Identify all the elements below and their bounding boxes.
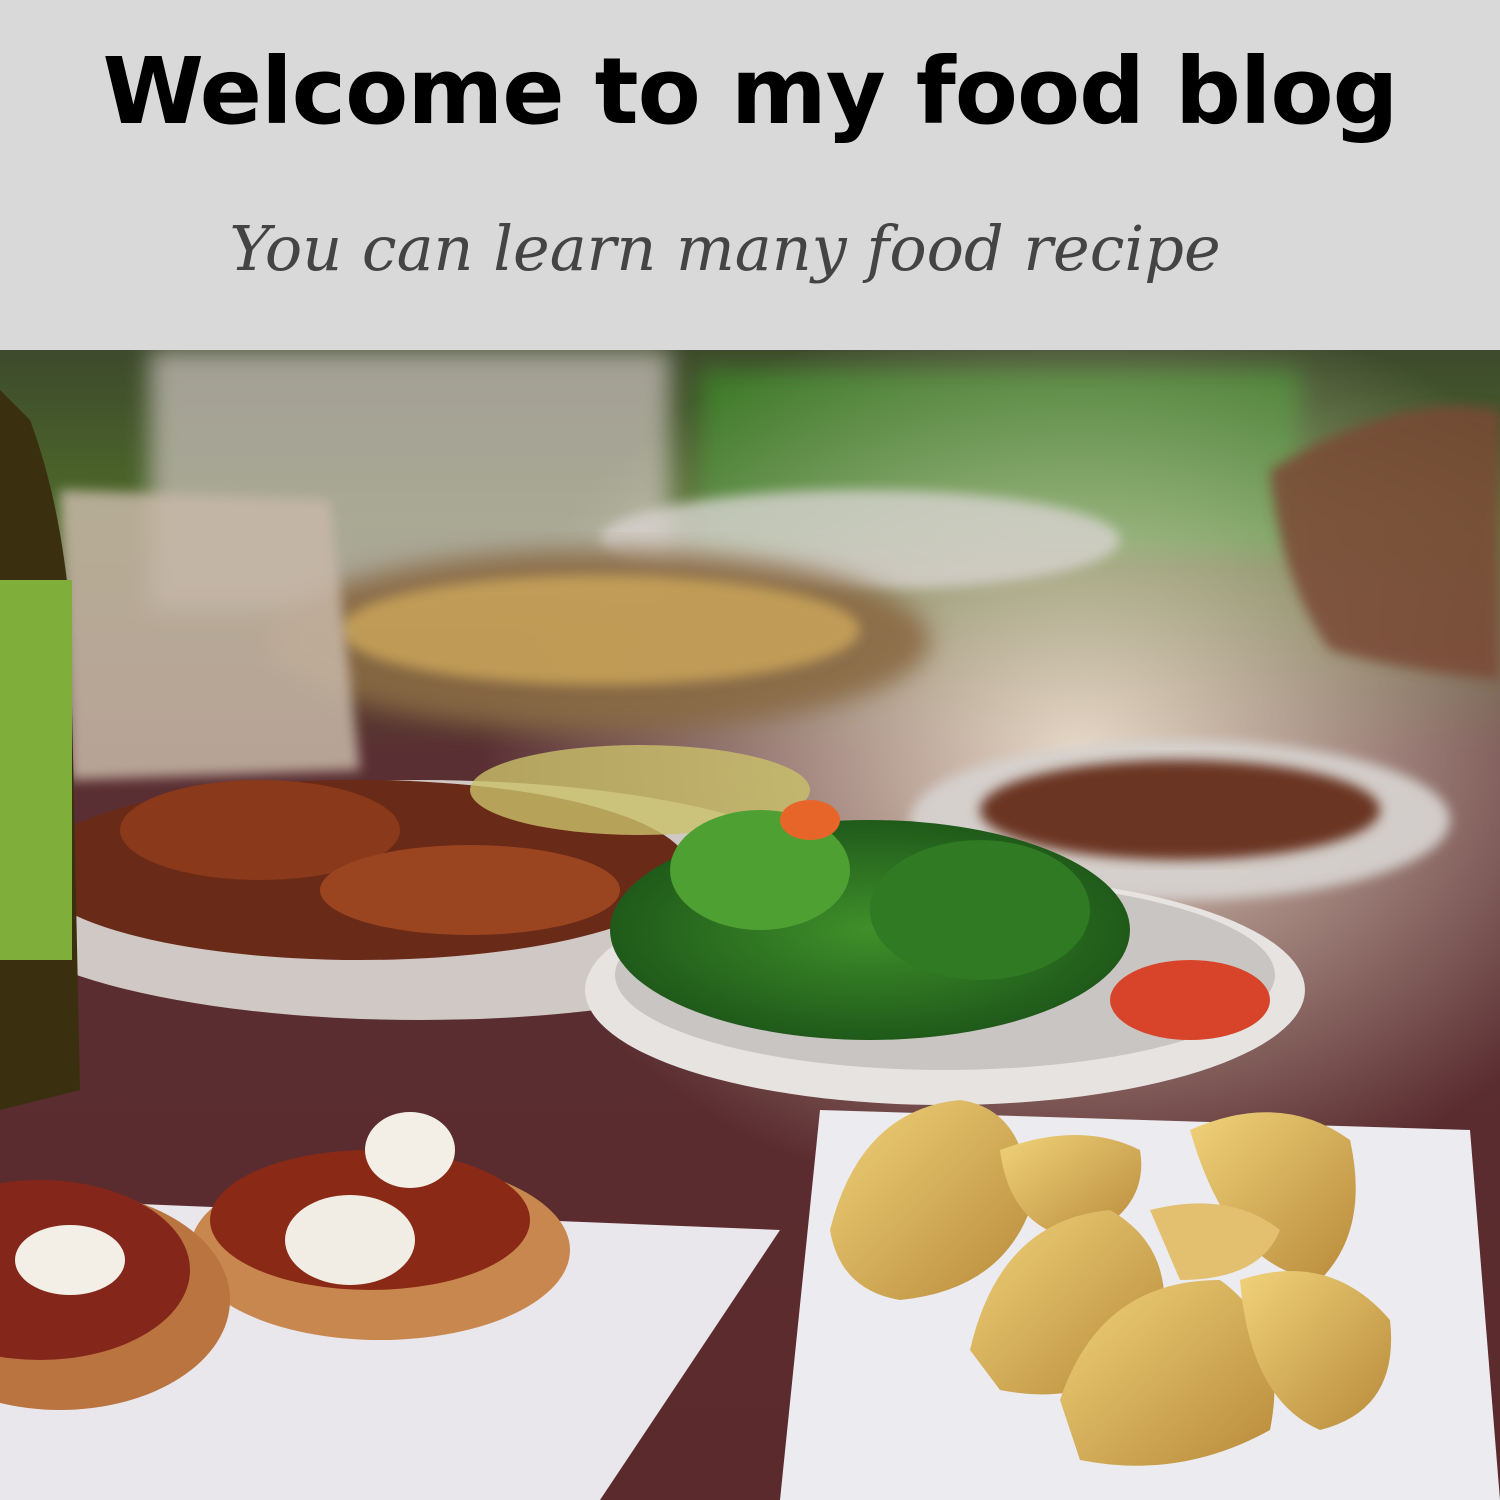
food-blog-banner: Welcome to my food blog You can learn ma… (0, 0, 1500, 1500)
page-subtitle: You can learn many food recipe (229, 212, 1221, 285)
header-band: Welcome to my food blog You can learn ma… (0, 0, 1500, 350)
food-table-photo (0, 350, 1500, 1500)
page-title: Welcome to my food blog (102, 38, 1398, 145)
